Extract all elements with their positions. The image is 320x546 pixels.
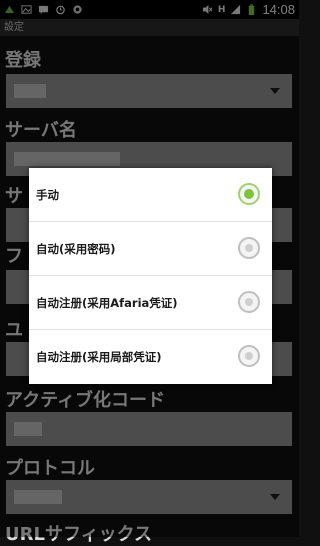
option-manual[interactable]: 手动 (29, 168, 272, 222)
radio-unselected-icon[interactable] (238, 237, 260, 259)
registration-mode-dialog: 手动 自动(采用密码) 自动注册(采用Afaria凭证) 自动注册(采用局部凭证… (29, 168, 272, 384)
option-auto-password[interactable]: 自动(采用密码) (29, 222, 272, 276)
option-auto-register-afaria[interactable]: 自动注册(采用Afaria凭证) (29, 276, 272, 330)
option-label: 自动注册(采用Afaria凭证) (36, 295, 178, 310)
radio-unselected-icon[interactable] (238, 345, 260, 367)
radio-selected-icon[interactable] (238, 183, 260, 205)
option-label: 手动 (36, 187, 59, 202)
option-label: 自动(采用密码) (36, 241, 116, 256)
radio-unselected-icon[interactable] (238, 291, 260, 313)
option-label: 自动注册(采用局部凭证) (36, 350, 162, 364)
option-auto-register-local[interactable]: 自动注册(采用局部凭证) (29, 330, 272, 384)
